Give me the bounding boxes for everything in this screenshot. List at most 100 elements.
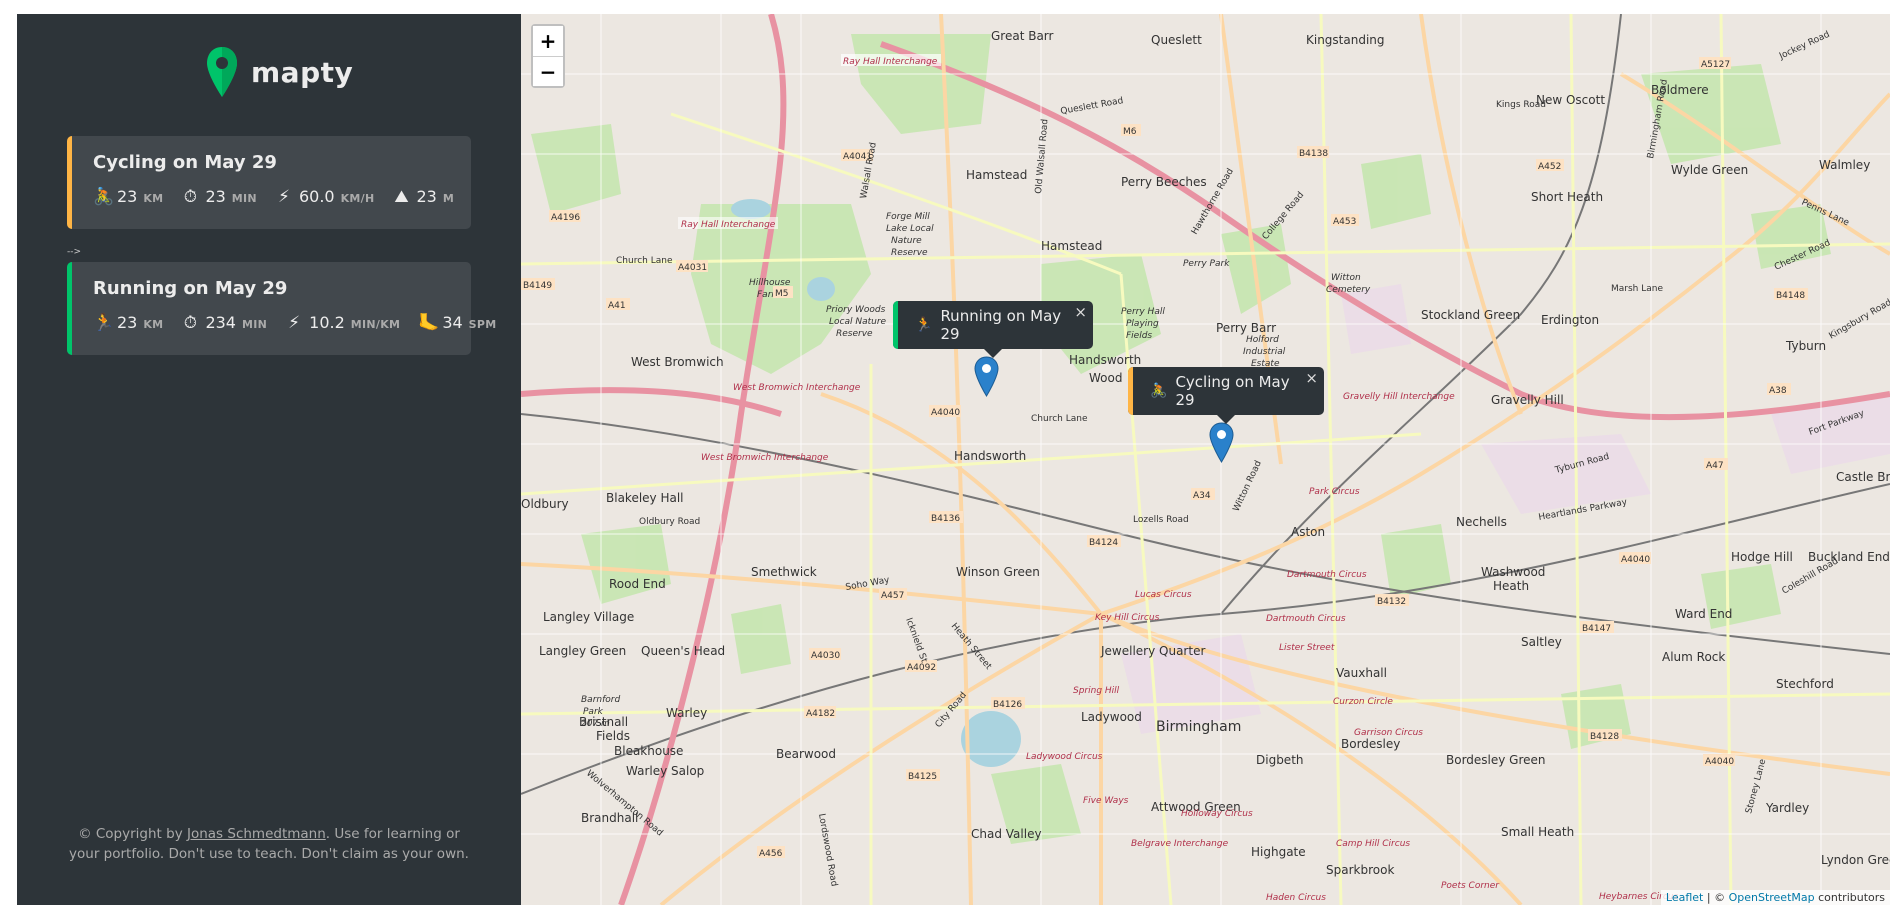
svg-text:Small Heath: Small Heath <box>1501 825 1574 839</box>
svg-text:Blakeley Hall: Blakeley Hall <box>606 491 684 505</box>
pace-value: 10.2 <box>309 313 345 332</box>
svg-text:Perry Barr: Perry Barr <box>1216 321 1276 335</box>
svg-text:Reserve: Reserve <box>836 329 873 339</box>
cycling-marker-icon[interactable] <box>1209 422 1234 463</box>
author-link[interactable]: Jonas Schmedtmann <box>187 826 326 842</box>
svg-text:Key Hill Circus: Key Hill Circus <box>1095 613 1160 623</box>
svg-text:Buckland End: Buckland End <box>1808 550 1890 564</box>
svg-text:Washwood: Washwood <box>1481 565 1545 579</box>
svg-text:B4125: B4125 <box>908 772 937 782</box>
svg-text:Lozells Road: Lozells Road <box>1133 515 1189 525</box>
workout-title: Cycling on May 29 <box>93 152 277 173</box>
svg-text:Garrison Circus: Garrison Circus <box>1354 728 1423 738</box>
distance-detail: 🚴 23 km <box>93 187 163 207</box>
stopwatch-icon: ⏱ <box>183 313 198 333</box>
svg-text:Church Lane: Church Lane <box>1031 414 1088 424</box>
sidebar: mapty Cycling on May 29 🚴 23 km ⏱ 23 min… <box>17 14 521 905</box>
svg-text:Haden Circus: Haden Circus <box>1266 893 1326 903</box>
svg-text:West Bromwich Interchange: West Bromwich Interchange <box>733 383 861 393</box>
zoom-out-button[interactable]: − <box>533 56 563 86</box>
svg-text:Castle Bro: Castle Bro <box>1836 470 1890 484</box>
svg-text:Ray Hall Interchange: Ray Hall Interchange <box>681 220 776 230</box>
svg-text:207 m: 207 m <box>581 719 610 729</box>
svg-text:Warley: Warley <box>666 706 707 720</box>
svg-text:B4149: B4149 <box>523 281 552 291</box>
svg-text:A4040: A4040 <box>1621 555 1650 565</box>
cadence-detail: 🦶 34 spm <box>418 313 496 333</box>
svg-text:Ladywood: Ladywood <box>1081 710 1142 724</box>
svg-text:Nechells: Nechells <box>1456 515 1507 529</box>
zoom-in-button[interactable]: + <box>533 26 563 56</box>
close-icon[interactable]: × <box>1074 303 1087 321</box>
svg-text:A4040: A4040 <box>931 408 960 418</box>
svg-text:Smethwick: Smethwick <box>751 565 817 579</box>
distance-value: 23 <box>117 187 138 206</box>
svg-text:West Bromwich Interchange: West Bromwich Interchange <box>701 453 829 463</box>
svg-text:Dartmouth Circus: Dartmouth Circus <box>1287 570 1367 580</box>
cadence-unit: spm <box>468 318 497 331</box>
close-icon[interactable]: × <box>1305 369 1318 387</box>
svg-text:Alum Rock: Alum Rock <box>1662 650 1725 664</box>
workout-card-cycling[interactable]: Cycling on May 29 🚴 23 km ⏱ 23 min ⚡ 60.… <box>67 136 471 229</box>
svg-text:Lyndon Green: Lyndon Green <box>1821 853 1890 867</box>
map[interactable]: Great Barr Queslett Kingstanding Boldmer… <box>521 14 1890 905</box>
svg-text:Local Nature: Local Nature <box>829 317 887 327</box>
svg-text:Hamstead: Hamstead <box>1041 239 1102 253</box>
svg-text:Handsworth: Handsworth <box>1069 353 1141 367</box>
cycling-popup: 🚴 Cycling on May 29 × <box>1128 367 1324 424</box>
svg-text:Queslett: Queslett <box>1151 33 1202 47</box>
cadence-value: 34 <box>442 313 463 332</box>
svg-text:Industrial: Industrial <box>1243 347 1286 357</box>
svg-text:Ray Hall Interchange: Ray Hall Interchange <box>843 57 938 67</box>
svg-text:Bordesley Green: Bordesley Green <box>1446 753 1546 767</box>
speed-value: 60.0 <box>298 187 335 206</box>
running-marker-icon[interactable] <box>974 356 999 397</box>
svg-text:A4030: A4030 <box>811 651 840 661</box>
svg-text:Gravelly Hill: Gravelly Hill <box>1491 393 1564 407</box>
running-popup: 🏃 Running on May 29 × <box>893 301 1093 358</box>
svg-text:Kingstanding: Kingstanding <box>1306 33 1385 47</box>
svg-text:B4148: B4148 <box>1776 291 1805 301</box>
svg-text:Five Ways: Five Ways <box>1083 796 1129 806</box>
workout-details: 🏃 23 km ⏱ 234 min ⚡ 10.2 min/km 🦶 34 <box>93 313 496 333</box>
svg-text:A4196: A4196 <box>551 213 580 223</box>
svg-text:M6: M6 <box>1123 127 1137 137</box>
svg-text:A47: A47 <box>1706 461 1724 471</box>
osm-link[interactable]: OpenStreetMap <box>1729 891 1815 904</box>
svg-text:New Oscott: New Oscott <box>1536 93 1605 107</box>
logo: mapty <box>205 45 353 99</box>
elevation-detail: ⛰ 23 m <box>392 187 454 207</box>
svg-text:A41: A41 <box>608 301 626 311</box>
svg-text:Ladywood Circus: Ladywood Circus <box>1026 752 1103 762</box>
svg-text:B4132: B4132 <box>1377 597 1406 607</box>
svg-text:Holford: Holford <box>1246 335 1279 345</box>
distance-unit: km <box>143 318 164 331</box>
attribution-separator: | © <box>1703 891 1729 904</box>
svg-text:Warley Salop: Warley Salop <box>626 764 704 778</box>
svg-text:Great Barr: Great Barr <box>991 29 1054 43</box>
svg-text:Saltley: Saltley <box>1521 635 1562 649</box>
svg-text:Walmley: Walmley <box>1819 158 1870 172</box>
svg-text:A453: A453 <box>1333 217 1356 227</box>
runner-icon: 🏃 <box>915 317 933 333</box>
svg-text:B4128: B4128 <box>1590 732 1619 742</box>
speed-unit: km/h <box>340 192 375 205</box>
leaflet-link[interactable]: Leaflet <box>1666 891 1703 904</box>
svg-text:Stechford: Stechford <box>1776 677 1834 691</box>
elevation-unit: m <box>442 192 455 205</box>
map-tiles[interactable]: Great Barr Queslett Kingstanding Boldmer… <box>521 14 1890 905</box>
elevation-value: 23 <box>416 187 437 206</box>
svg-text:Jewellery Quarter: Jewellery Quarter <box>1100 644 1205 658</box>
svg-text:Hodge Hill: Hodge Hill <box>1731 550 1793 564</box>
workout-card-running[interactable]: Running on May 29 🏃 23 km ⏱ 234 min ⚡ 10… <box>67 262 496 355</box>
svg-text:Spring Hill: Spring Hill <box>1073 686 1120 696</box>
svg-text:Park Circus: Park Circus <box>1309 487 1360 497</box>
svg-text:Poets Corner: Poets Corner <box>1441 881 1500 891</box>
running-popup-text: Running on May 29 <box>940 307 1062 343</box>
svg-text:A4092: A4092 <box>907 663 936 673</box>
svg-text:Fields: Fields <box>1126 331 1152 341</box>
attribution-suffix: contributors <box>1814 891 1885 904</box>
svg-text:A457: A457 <box>881 591 904 601</box>
duration-detail: ⏱ 23 min <box>181 187 257 207</box>
distance-unit: km <box>143 192 164 205</box>
